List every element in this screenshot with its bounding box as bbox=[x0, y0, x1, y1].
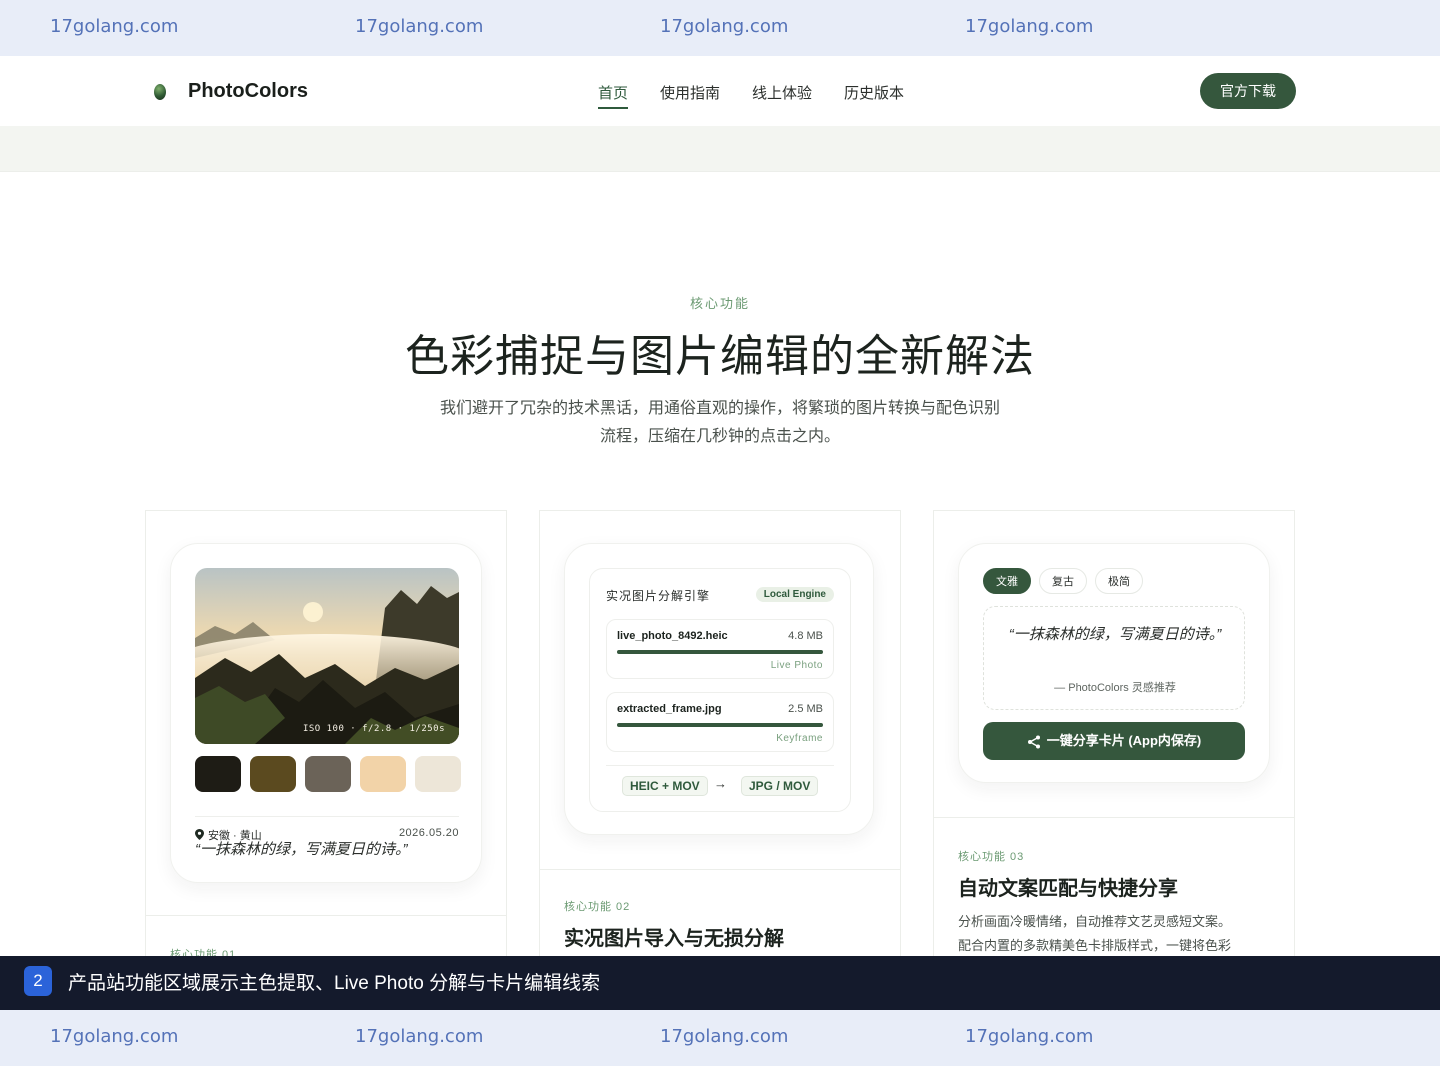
suggested-quote: “一抹森林的绿，写满夏日的诗。” bbox=[1008, 626, 1222, 643]
download-button[interactable]: 官方下载 bbox=[1200, 73, 1296, 109]
logo-icon[interactable] bbox=[154, 84, 166, 100]
format-chip-source: HEIC + MOV bbox=[622, 776, 708, 796]
nav-link-home[interactable]: 首页 bbox=[598, 82, 629, 109]
color-swatch[interactable] bbox=[305, 756, 351, 792]
caption-text: 产品站功能区域展示主色提取、Live Photo 分解与卡片编辑线索 bbox=[68, 973, 601, 994]
feature-title: 实况图片导入与无损分解 bbox=[564, 928, 784, 950]
watermark-text: 17golang.com bbox=[965, 1026, 1094, 1047]
copy-card-preview: 文雅 复古 极简 “一抹森林的绿，写满夏日的诗。” — PhotoColors … bbox=[958, 543, 1270, 783]
top-navbar: PhotoColors 首页 使用指南 线上体验 历史版本 官方下载 bbox=[0, 56, 1440, 126]
format-conversion-row: HEIC + MOV → JPG / MOV bbox=[606, 765, 834, 801]
watermark-text: 17golang.com bbox=[660, 1026, 789, 1047]
feature-title: 自动文案匹配与快捷分享 bbox=[958, 878, 1178, 900]
feature-kicker: 核心功能 03 bbox=[958, 851, 1025, 863]
photo-date: 2026.05.20 bbox=[398, 827, 459, 839]
file-name: extracted_frame.jpg bbox=[617, 703, 722, 715]
color-swatches bbox=[195, 756, 461, 792]
arrow-right-icon: → bbox=[714, 776, 727, 791]
color-swatch[interactable] bbox=[415, 756, 461, 792]
file-tag: Keyframe bbox=[776, 733, 823, 744]
style-tab-minimal[interactable]: 极简 bbox=[1095, 568, 1143, 594]
engine-panel: 实况图片分解引擎 Local Engine live_photo_8492.he… bbox=[589, 568, 851, 812]
style-tab-elegant[interactable]: 文雅 bbox=[983, 568, 1031, 594]
watermark-text: 17golang.com bbox=[660, 16, 789, 37]
watermark-text: 17golang.com bbox=[50, 16, 179, 37]
file-name: live_photo_8492.heic bbox=[617, 630, 728, 642]
nav-link-guide[interactable]: 使用指南 bbox=[660, 82, 720, 109]
engine-panel-title: 实况图片分解引擎 bbox=[606, 589, 711, 603]
feature-description-line: 配合内置的多款精美色卡排版样式，一键将色彩 bbox=[958, 938, 1232, 953]
section-title: 色彩捕捉与图片编辑的全新解法 bbox=[405, 332, 1035, 381]
share-card-button[interactable]: 一键分享卡片 (App内保存) bbox=[983, 722, 1245, 760]
file-progress-bar bbox=[617, 650, 823, 654]
file-tag: Live Photo bbox=[770, 660, 823, 671]
format-chip-target: JPG / MOV bbox=[741, 776, 819, 796]
landscape-photo-image bbox=[195, 568, 459, 744]
watermark-text: 17golang.com bbox=[355, 16, 484, 37]
feature-description-line: 分析画面冷暖情绪，自动推荐文艺灵感短文案。 bbox=[958, 914, 1232, 929]
color-swatch[interactable] bbox=[195, 756, 241, 792]
photo-meta-row: 安徽 · 黄山 2026.05.20 bbox=[195, 816, 459, 842]
color-swatch[interactable] bbox=[360, 756, 406, 792]
watermark-text: 17golang.com bbox=[50, 1026, 179, 1047]
watermark-text: 17golang.com bbox=[355, 1026, 484, 1047]
engine-badge: Local Engine bbox=[755, 587, 834, 602]
watermark-text: 17golang.com bbox=[965, 16, 1094, 37]
logo-text[interactable]: PhotoColors bbox=[188, 80, 308, 103]
file-item[interactable]: extracted_frame.jpg 2.5 MB Keyframe bbox=[606, 692, 834, 752]
file-progress-bar bbox=[617, 723, 823, 727]
share-card-button-label: 一键分享卡片 (App内保存) bbox=[1046, 733, 1202, 748]
feature-description: 分析画面冷暖情绪，自动推荐文艺灵感短文案。 配合内置的多款精美色卡排版样式，一键… bbox=[958, 910, 1268, 958]
feature-kicker: 核心功能 02 bbox=[564, 901, 631, 913]
watermark-bar-bottom: 17golang.com 17golang.com 17golang.com 1… bbox=[0, 1010, 1440, 1066]
section-description: 我们避开了冗杂的技术黑话，用通俗直观的操作，将繁琐的图片转换与配色识别 流程，压… bbox=[420, 395, 1020, 451]
style-tab-retro[interactable]: 复古 bbox=[1039, 568, 1087, 594]
style-tabs: 文雅 复古 极简 bbox=[983, 568, 1143, 594]
exif-info: ISO 100 · f/2.8 · 1/250s bbox=[302, 724, 445, 734]
sub-band bbox=[0, 126, 1440, 172]
caption-bar: 2 产品站功能区域展示主色提取、Live Photo 分解与卡片编辑线索 bbox=[0, 956, 1440, 1010]
feature-card-live-photo: 实况图片分解引擎 Local Engine live_photo_8492.he… bbox=[539, 510, 901, 1010]
section-kicker: 核心功能 bbox=[689, 296, 750, 311]
file-size: 2.5 MB bbox=[788, 703, 823, 715]
photo-card-preview: ISO 100 · f/2.8 · 1/250s 安徽 · 黄山 2026.05… bbox=[170, 543, 482, 883]
quote-attribution: — PhotoColors 灵感推荐 bbox=[1054, 682, 1176, 694]
file-size: 4.8 MB bbox=[788, 630, 823, 642]
watermark-bar-top: 17golang.com 17golang.com 17golang.com 1… bbox=[0, 0, 1440, 56]
feature-card-copy-share: 文雅 复古 极简 “一抹森林的绿，写满夏日的诗。” — PhotoColors … bbox=[933, 510, 1295, 1010]
color-swatch[interactable] bbox=[250, 756, 296, 792]
file-item[interactable]: live_photo_8492.heic 4.8 MB Live Photo bbox=[606, 619, 834, 679]
file-progress-fill bbox=[617, 723, 823, 727]
share-icon bbox=[1027, 735, 1040, 749]
quote-box: “一抹森林的绿，写满夏日的诗。” — PhotoColors 灵感推荐 bbox=[983, 606, 1245, 710]
nav-link-history[interactable]: 历史版本 bbox=[844, 82, 904, 109]
file-progress-fill bbox=[617, 650, 823, 654]
caption-number-badge: 2 bbox=[24, 966, 52, 996]
section-description-line: 流程，压缩在几秒钟的点击之内。 bbox=[599, 428, 840, 445]
section-description-line: 我们避开了冗杂的技术黑话，用通俗直观的操作，将繁琐的图片转换与配色识别 bbox=[439, 400, 1000, 417]
photo-quote: “一抹森林的绿，写满夏日的诗。” bbox=[195, 841, 408, 858]
live-photo-engine-preview: 实况图片分解引擎 Local Engine live_photo_8492.he… bbox=[564, 543, 874, 835]
feature-card-color-extraction: ISO 100 · f/2.8 · 1/250s 安徽 · 黄山 2026.05… bbox=[145, 510, 507, 1010]
nav-links: 首页 使用指南 线上体验 历史版本 bbox=[598, 82, 904, 109]
nav-link-online-demo[interactable]: 线上体验 bbox=[752, 82, 812, 109]
landscape-photo: ISO 100 · f/2.8 · 1/250s bbox=[195, 568, 459, 744]
